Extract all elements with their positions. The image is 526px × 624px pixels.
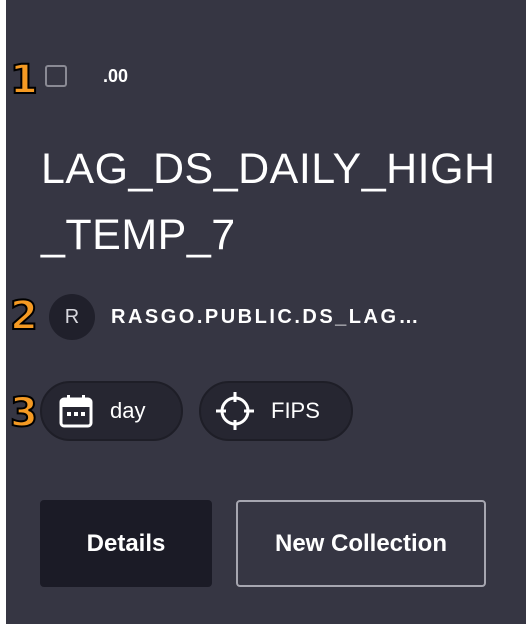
annotation-marker-2: 2 — [9, 293, 39, 339]
annotation-marker-1: 1 — [9, 57, 39, 103]
tag-label-day: day — [110, 398, 146, 423]
owner-row: R RASGO.PUBLIC.DS_LAG… — [49, 293, 421, 341]
new-collection-button[interactable]: New Collection — [236, 500, 486, 587]
calendar-icon — [58, 393, 94, 429]
tag-label-fips: FIPS — [271, 398, 320, 423]
details-button[interactable]: Details — [40, 500, 212, 587]
crosshair-icon — [215, 391, 255, 431]
select-checkbox[interactable] — [45, 65, 67, 87]
dataset-title: LAG_DS_DAILY_HIGH_TEMP_7 — [41, 145, 496, 259]
tag-chip-day[interactable]: day — [40, 381, 183, 441]
dataset-card: 1 .00 LAG_DS_DAILY_HIGH_TEMP_7 2 R RASGO… — [6, 0, 526, 624]
tag-chip-fips[interactable]: FIPS — [199, 381, 353, 441]
annotation-marker-3: 3 — [9, 390, 39, 436]
dataset-source: RASGO.PUBLIC.DS_LAG… — [111, 305, 422, 328]
dataset-value: .00 — [103, 66, 129, 86]
avatar: R — [49, 294, 95, 340]
